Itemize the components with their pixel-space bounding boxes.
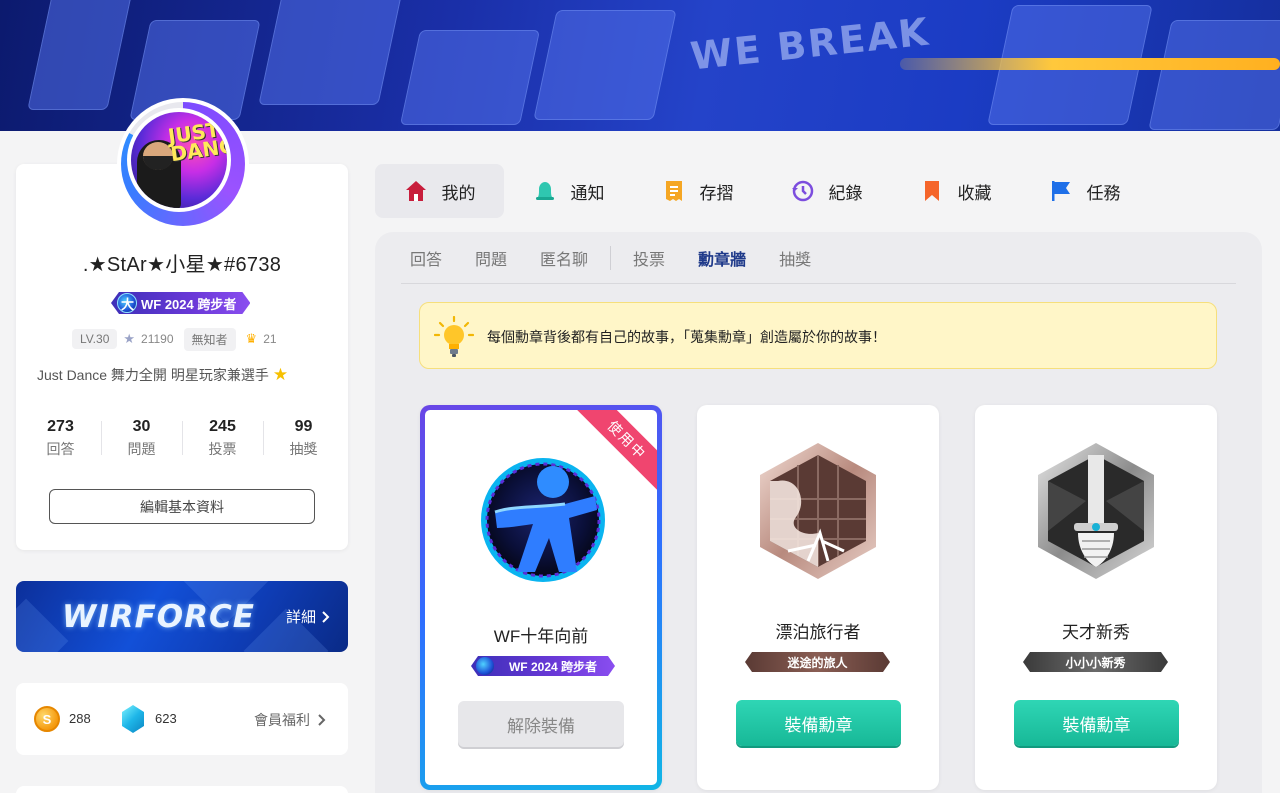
count-number: 245 <box>209 418 236 435</box>
wirforce-detail-link[interactable]: 詳細 <box>286 606 330 627</box>
star-icon: ★ <box>123 331 136 346</box>
badge-title-tag-label: WF 2024 跨步者 <box>508 659 598 674</box>
count-label: 問題 <box>127 441 156 457</box>
tip-banner: 每個勳章背後都有自己的故事，「蒐集勳章」創造屬於你的故事！ <box>419 302 1217 369</box>
gem-icon <box>122 705 144 733</box>
edit-profile-button[interactable]: 編輯基本資料 <box>49 489 315 524</box>
gem-count: 623 <box>155 711 177 726</box>
wirforce-logo: WIRFORCE <box>62 599 255 635</box>
nav-label: 任務 <box>1086 183 1121 203</box>
star-emoji-icon: ★ <box>272 365 289 384</box>
title-badge[interactable]: WF 2024 跨步者 <box>111 292 250 314</box>
star-count: 21190 <box>141 332 174 346</box>
nav-label: 我的 <box>441 183 476 203</box>
chevron-right-icon <box>318 714 326 726</box>
subtab-answers[interactable]: 回答 <box>410 246 442 270</box>
crown-count: 21 <box>263 332 277 346</box>
count-label: 抽獎 <box>289 441 318 457</box>
member-perks-link[interactable]: 會員福利 <box>254 710 326 730</box>
profile-counts: 273 回答 30 問題 245 投票 99 抽獎 <box>20 417 344 459</box>
subtab-divider-line <box>401 283 1236 284</box>
bell-icon <box>535 182 554 200</box>
stat-row: LV.30 ★ 21190 無知者 ♛ 21 <box>72 327 277 351</box>
nav-home[interactable]: 我的 <box>375 164 504 218</box>
badge-name: WF十年向前 <box>493 627 589 646</box>
count-answers[interactable]: 273 回答 <box>20 417 101 459</box>
badge-card-wandering-traveler[interactable]: 漂泊旅行者 迷途的旅人 裝備勳章 <box>697 405 939 790</box>
nav-label: 收藏 <box>957 183 992 203</box>
wallet-card: S 288 623 會員福利 <box>16 683 348 755</box>
nav-label: 通知 <box>570 183 605 203</box>
count-votes[interactable]: 245 投票 <box>182 417 263 459</box>
badge-name: 漂泊旅行者 <box>775 623 861 642</box>
coin-count: 288 <box>69 711 91 726</box>
username: .★StAr★小星★#6738 <box>82 254 282 276</box>
count-lotteries[interactable]: 99 抽獎 <box>263 417 344 459</box>
sub-tabs: 回答 問題 匿名聊 投票 勳章牆 抽獎 <box>410 245 844 271</box>
badge-card-wf-ten-years[interactable]: 使用中 WF十年向前 WF 2024 跨步者 解除裝備 <box>420 405 662 790</box>
badge-name: 天才新秀 <box>1062 623 1130 642</box>
wirforce-banner[interactable]: WIRFORCE 詳細 <box>16 581 348 652</box>
count-number: 273 <box>47 418 74 435</box>
passbook-icon <box>665 181 682 201</box>
subtab-lottery[interactable]: 抽獎 <box>779 246 811 270</box>
history-icon <box>791 180 813 202</box>
wandering-traveler-badge-icon <box>760 443 876 579</box>
unequip-button[interactable]: 解除裝備 <box>458 701 624 747</box>
bookmark-icon <box>924 181 939 201</box>
nav-notifications[interactable]: 通知 <box>504 164 633 218</box>
badge-title-tag: 小小小新秀 <box>1023 652 1168 672</box>
level-tag: LV.30 <box>72 329 118 349</box>
wf-badge-icon <box>117 293 137 313</box>
badge-title-tag-label: 小小小新秀 <box>1065 655 1126 670</box>
bio-text: Just Dance 舞力全開 明星玩家兼選手 <box>37 367 269 383</box>
count-label: 投票 <box>208 441 237 457</box>
badge-title-tag: WF 2024 跨步者 <box>471 656 615 676</box>
avatar[interactable]: JUST DANCE <box>117 98 249 230</box>
coin-icon: S <box>34 706 60 732</box>
lightbulb-icon <box>434 316 474 357</box>
rank-tag: 無知者 <box>183 327 236 351</box>
wf-ten-years-badge-icon <box>481 458 605 582</box>
badge-title-tag-label: 迷途的旅人 <box>787 655 848 670</box>
nav-history[interactable]: 紀錄 <box>762 164 891 218</box>
subtab-divider <box>610 246 612 270</box>
nav-label: 存摺 <box>699 183 734 203</box>
tip-text: 每個勳章背後都有自己的故事，「蒐集勳章」創造屬於你的故事！ <box>487 329 886 345</box>
subtab-anonymous-chat[interactable]: 匿名聊 <box>540 246 588 270</box>
title-badge-label: WF 2024 跨步者 <box>141 296 237 312</box>
chevron-right-icon <box>322 610 330 623</box>
count-questions[interactable]: 30 問題 <box>101 417 182 459</box>
subtab-badge-wall[interactable]: 勳章牆 <box>698 246 746 270</box>
badge-title-tag: 迷途的旅人 <box>745 652 890 672</box>
flag-icon <box>1051 181 1070 201</box>
count-number: 99 <box>294 418 313 435</box>
main-nav: 我的 通知 存摺 紀錄 收藏 任務 <box>375 164 1149 218</box>
wirforce-detail-label: 詳細 <box>285 609 316 626</box>
avatar-logo-text: JUST DANCE <box>166 117 227 167</box>
badge-card-talented-rookie[interactable]: 天才新秀 小小小新秀 裝備勳章 <box>975 405 1217 790</box>
banner-art-text: WE BREAK <box>688 9 932 79</box>
subtab-votes[interactable]: 投票 <box>633 246 665 270</box>
equip-badge-button[interactable]: 裝備勳章 <box>1014 700 1179 746</box>
wf-badge-icon <box>476 657 494 675</box>
nav-favorites[interactable]: 收藏 <box>891 164 1020 218</box>
talented-rookie-badge-icon <box>1038 443 1154 579</box>
count-number: 30 <box>132 418 151 435</box>
count-label: 回答 <box>46 441 75 457</box>
bio: Just Dance 舞力全開 明星玩家兼選手 ★ <box>37 365 288 385</box>
equip-badge-button[interactable]: 裝備勳章 <box>736 700 901 746</box>
nav-tasks[interactable]: 任務 <box>1020 164 1149 218</box>
subtab-questions[interactable]: 問題 <box>475 246 507 270</box>
nav-label: 紀錄 <box>828 183 863 203</box>
crown-icon: ♛ <box>245 331 258 346</box>
home-icon <box>405 181 426 201</box>
next-card <box>16 786 348 793</box>
nav-passbook[interactable]: 存摺 <box>633 164 762 218</box>
member-perks-label: 會員福利 <box>254 712 310 728</box>
